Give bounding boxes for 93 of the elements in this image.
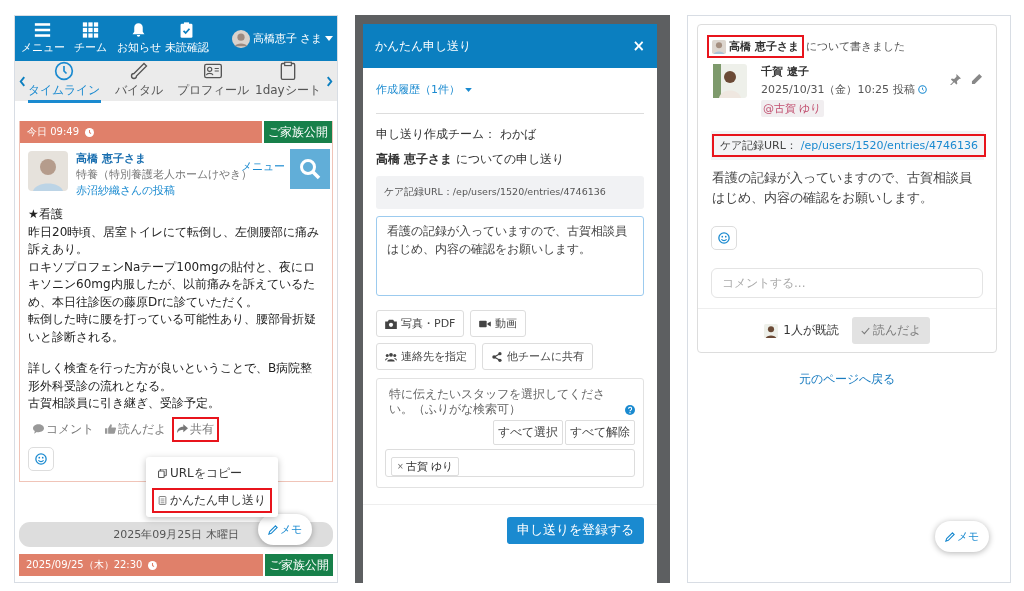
body-text: ロキソプロフェンNaテープ100mgの貼付と、夜にロキソニン60mg内服したが、以前痛みを訴えているため、本日往診医の藤原Drに診ていただく。: [28, 258, 316, 311]
smiley-icon: [35, 452, 47, 465]
clock-icon: [917, 85, 927, 94]
option-button[interactable]: 連絡先を指定: [376, 343, 476, 370]
reaction-button[interactable]: [711, 226, 737, 250]
search-button[interactable]: [290, 149, 330, 189]
url-label: ケア記録URL：: [720, 138, 797, 153]
next-icon[interactable]: [325, 75, 333, 87]
post-time: 今日 09:49: [27, 125, 79, 139]
tab[interactable]: バイタル: [102, 59, 176, 103]
menu-icon: [34, 22, 51, 38]
dialog-title: かんたん申し送り: [375, 37, 471, 55]
author-name: 千賀 遼子: [761, 64, 810, 79]
post-time: 2025/10/31（金）10:25 投稿: [761, 82, 915, 97]
share-arrow-icon: [177, 424, 188, 434]
option-button[interactable]: 写真・PDF: [376, 310, 465, 337]
avatar: [712, 39, 726, 54]
action-button[interactable]: コメント: [28, 416, 99, 442]
reaction-button[interactable]: [28, 446, 54, 471]
comment-icon: [33, 424, 44, 434]
search-icon: [298, 157, 322, 181]
post-message: 看護の記録が入っていますので、古賀相談員はじめ、内容の確認をお願いします。: [712, 169, 973, 207]
option-button[interactable]: 動画: [470, 310, 527, 337]
avatar: [231, 29, 250, 48]
action-button[interactable]: 共有: [172, 416, 219, 442]
clear-all-button[interactable]: すべて解除: [565, 420, 635, 445]
history-toggle[interactable]: 作成履歴（1件）: [376, 82, 472, 97]
staff-field[interactable]: × 古賀 ゆり: [385, 449, 635, 477]
avatar: [28, 151, 68, 191]
body-text: 転倒した時に腰を打っている可能性あり、腰部骨折疑いと診断される。: [28, 311, 317, 346]
memo-button[interactable]: メモ: [935, 521, 989, 552]
menu-item[interactable]: URLをコピー: [152, 460, 272, 486]
submit-button[interactable]: 申し送りを登録する: [507, 517, 644, 544]
people-icon: [385, 351, 397, 362]
bell-icon: [130, 22, 147, 38]
close-button[interactable]: ×: [632, 37, 645, 55]
staff-hint: 特に伝えたいスタッフを選択してください。（ふりがな検索可）: [389, 387, 606, 417]
message-field[interactable]: 看護の記録が入っていますので、古賀相談員はじめ、内容の確認をお願いします。: [376, 216, 644, 296]
visibility-badge: ご家族公開: [265, 554, 333, 576]
clock-icon: [85, 127, 94, 137]
caret-icon: [465, 87, 472, 92]
avatar: [764, 323, 779, 338]
tab[interactable]: 1dayシート: [251, 59, 325, 103]
read-count: 1人が既読: [783, 322, 839, 339]
nav-button[interactable]: お知らせ: [115, 22, 162, 55]
document-icon: [158, 495, 167, 505]
remove-button[interactable]: ×: [397, 462, 404, 471]
pin-icon[interactable]: [950, 74, 961, 85]
nav-button[interactable]: 未読確認: [163, 22, 210, 55]
clock-icon: [54, 60, 75, 81]
clipboard-check-icon: [178, 22, 195, 38]
grid-icon: [82, 22, 99, 38]
subject-suffix: について書きました: [805, 39, 905, 54]
body-text: 昨日20時頃、居室トイレにて転倒し、左側腰部に痛み訴えあり。: [28, 223, 321, 258]
pencil-icon[interactable]: [971, 74, 982, 85]
camera-icon: [385, 318, 397, 329]
menu-item[interactable]: かんたん申し送り: [152, 487, 272, 513]
action-button[interactable]: 読んだよ: [100, 416, 171, 442]
pencil-icon: [268, 524, 278, 535]
previous-icon[interactable]: [19, 75, 26, 87]
share-icon: [491, 351, 503, 362]
check-icon: [860, 326, 870, 335]
nav-button[interactable]: メニュー: [19, 22, 66, 55]
help-icon[interactable]: [625, 405, 635, 415]
post-time: 2025/09/25（木）22:30: [26, 558, 143, 572]
comment-field[interactable]: コメントする...: [711, 268, 983, 298]
body-text: 詳しく検査を行った方が良いということで、B病院整形外科受診の流れとなる。: [28, 360, 314, 395]
copy-icon: [158, 468, 167, 478]
back-link[interactable]: 元のページへ戻る: [799, 371, 895, 388]
option-button[interactable]: 他チームに共有: [482, 343, 593, 370]
nav-button[interactable]: チーム: [67, 22, 114, 55]
tab[interactable]: プロフィール: [176, 59, 250, 103]
video-camera-icon: [479, 318, 492, 329]
handover-subject: 高橋 恵子さま についての申し送り: [376, 151, 565, 168]
mention-tag: @古賀 ゆり: [761, 100, 824, 117]
user-name[interactable]: 高橋恵子 さま: [252, 31, 322, 46]
url-box: ケア記録URL：/ep/users/1520/entries/4746136: [376, 176, 644, 209]
caret-icon[interactable]: [325, 36, 333, 41]
author-link[interactable]: 赤沼紗織さんの投稿: [76, 184, 252, 198]
body-text: 古賀相談員に引き継ぎ、受診予定。: [28, 395, 221, 412]
resident-link[interactable]: 高橋 恵子さま: [707, 35, 804, 58]
staff-name: 古賀 ゆり: [405, 459, 454, 474]
pencil-icon: [945, 531, 955, 542]
url-link[interactable]: /ep/users/1520/entries/4746136: [800, 139, 978, 152]
clock-icon: [148, 560, 158, 570]
thumbs-up-icon: [105, 424, 116, 434]
visibility-badge: ご家族公開: [264, 121, 332, 143]
avatar: [713, 64, 747, 98]
body-text: ★看護: [28, 206, 64, 223]
select-all-button[interactable]: すべて選択: [493, 420, 563, 445]
team-label: 申し送り作成チーム： わかば: [376, 126, 537, 143]
thermometer-icon: [128, 60, 149, 81]
smiley-icon: [718, 232, 730, 244]
